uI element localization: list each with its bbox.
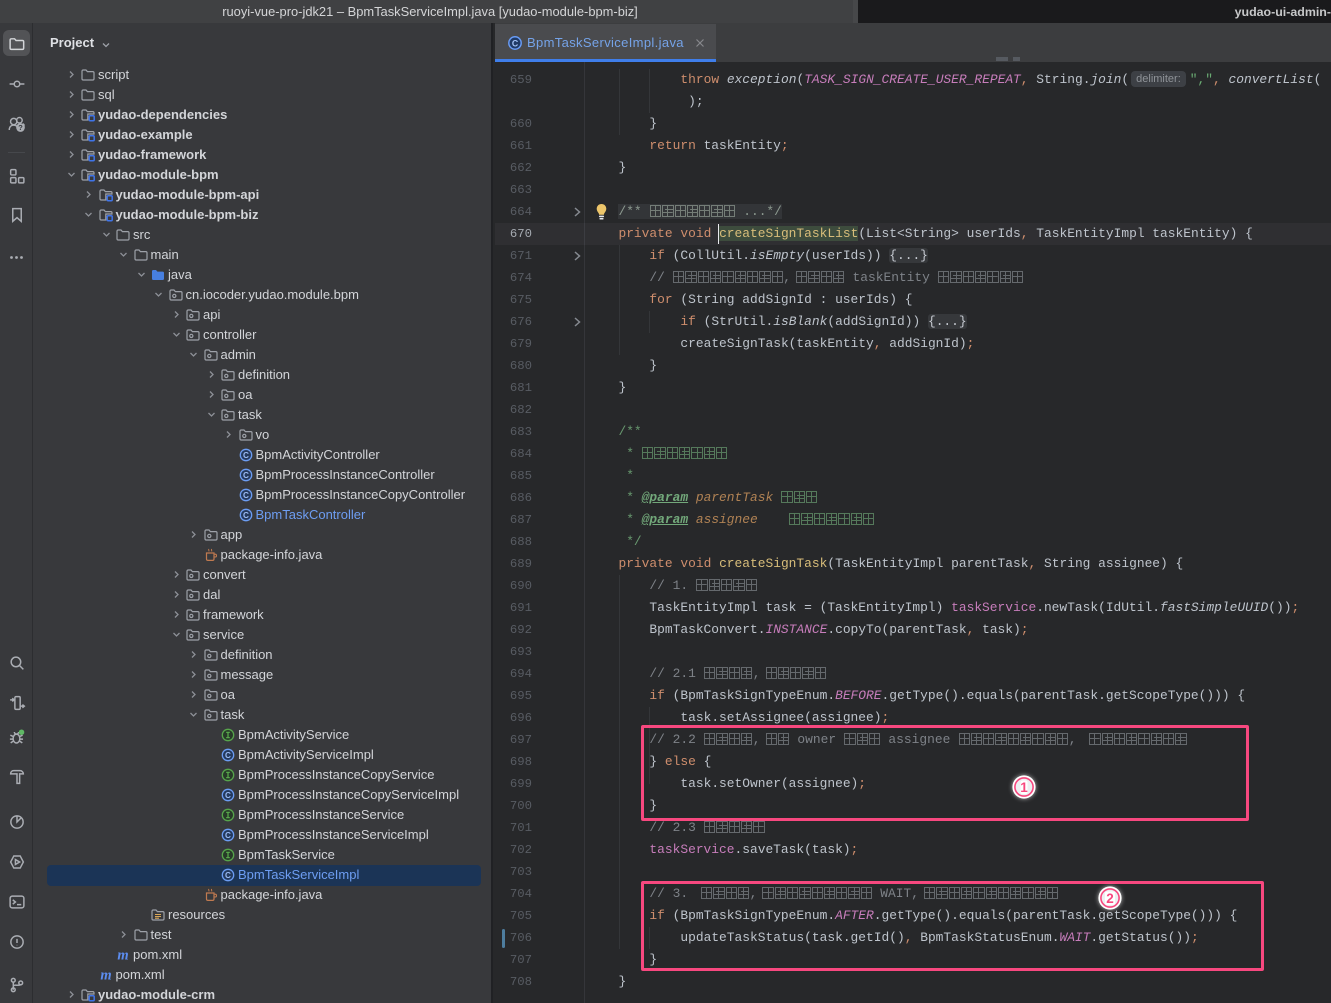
svg-text:C: C [243,511,249,520]
svg-text:C: C [243,491,249,500]
svg-text:C: C [243,471,249,480]
svg-text:m: m [117,948,128,964]
svg-text:C: C [225,791,231,800]
svg-text:C: C [243,451,249,460]
svg-text:C: C [225,871,231,880]
svg-text:2: 2 [1106,891,1114,906]
svg-text:m: m [100,968,111,984]
svg-text:1: 1 [1020,780,1028,795]
svg-text:C: C [225,751,231,760]
svg-text:C: C [225,831,231,840]
svg-text:C: C [512,38,519,48]
svg-text:?: ? [18,123,23,132]
